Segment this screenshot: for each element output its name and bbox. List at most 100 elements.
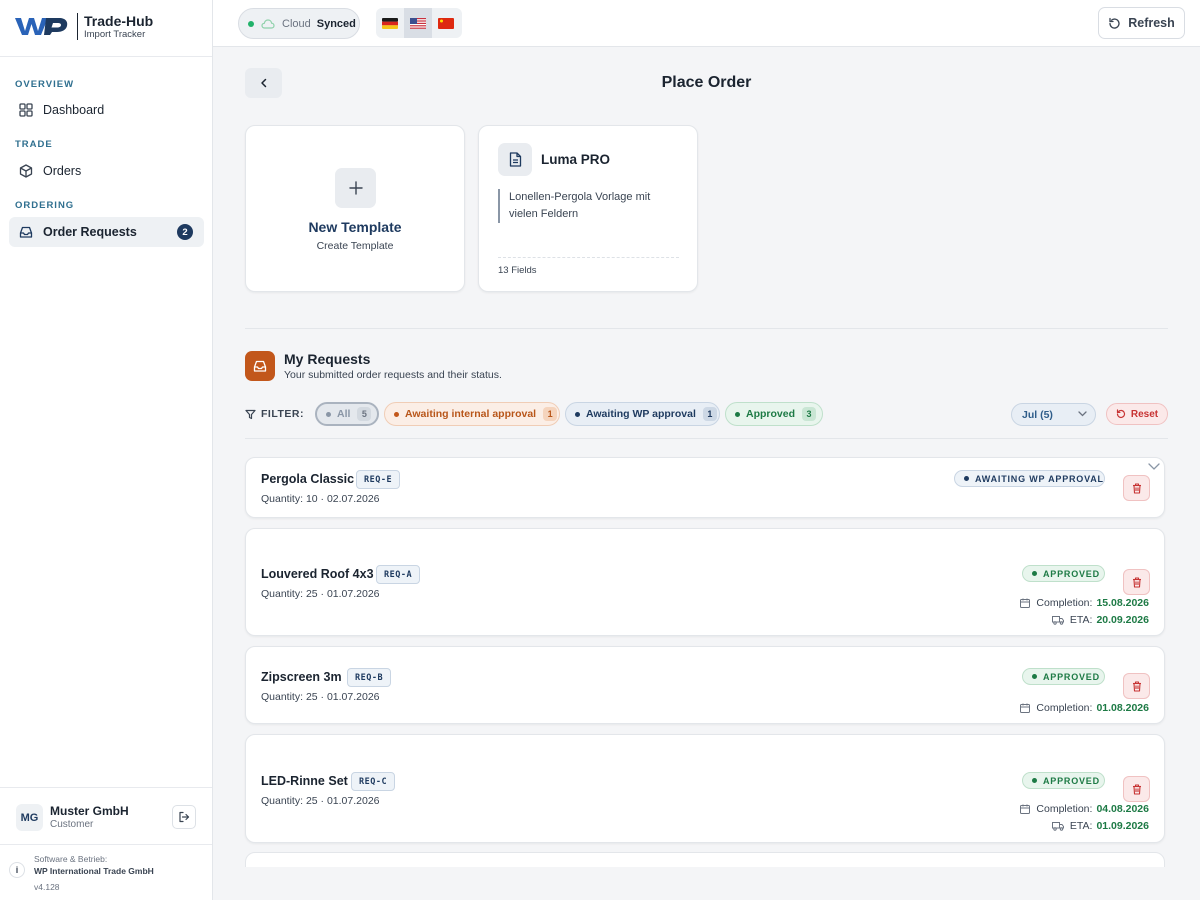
new-template-subtitle: Create Template <box>316 240 394 252</box>
logout-icon <box>179 811 190 823</box>
document-icon <box>509 152 521 167</box>
info-icon[interactable]: i <box>9 862 25 878</box>
status-badge: AWAITING WP APPROVAL <box>954 470 1105 487</box>
status-badge: APPROVED <box>1022 565 1105 582</box>
status-dot <box>1032 571 1037 576</box>
month-select[interactable]: Jul (5) <box>1011 403 1096 426</box>
sidebar-item-dashboard[interactable]: Dashboard <box>9 95 204 125</box>
filter-chip-all[interactable]: All 5 <box>315 402 379 426</box>
filter-chip-awaiting-internal[interactable]: Awaiting internal approval 1 <box>384 402 560 426</box>
status-dot <box>964 476 969 481</box>
request-card-req-e[interactable]: Pergola Classic REQ-E Quantity: 10 · 02.… <box>245 457 1165 518</box>
status-dot <box>1032 674 1037 679</box>
scroll-area-bottom <box>213 867 1200 900</box>
sidebar-item-label: Order Requests <box>43 225 137 239</box>
filter-chip-approved[interactable]: Approved 3 <box>725 402 823 426</box>
reset-filter-button[interactable]: Reset <box>1106 403 1168 425</box>
document-icon-box <box>498 143 532 176</box>
delete-request-button[interactable] <box>1123 569 1150 595</box>
request-card-partial[interactable] <box>245 852 1165 868</box>
sidebar-item-label: Dashboard <box>43 103 105 117</box>
status-dot <box>575 411 580 417</box>
filter-chip-label: Awaiting WP approval <box>586 408 696 420</box>
logout-button[interactable] <box>172 805 196 829</box>
delete-request-button[interactable] <box>1123 475 1150 501</box>
filter-chip-count: 5 <box>357 407 372 421</box>
divider <box>498 257 679 258</box>
filter-chip-label: All <box>337 408 351 420</box>
filter-label: FILTER: <box>245 408 304 420</box>
request-meta: Quantity: 25 · 01.07.2026 <box>261 588 380 600</box>
request-card-req-a[interactable]: Louvered Roof 4x3 REQ-A Quantity: 25 · 0… <box>245 528 1165 636</box>
cloud-sync-status[interactable]: Cloud Synced <box>238 8 360 39</box>
status-badge: APPROVED <box>1022 772 1105 789</box>
new-template-card[interactable]: New Template Create Template <box>245 125 465 292</box>
request-id-tag: REQ-C <box>351 772 396 791</box>
completion-value: 04.08.2026 <box>1096 803 1149 815</box>
us-flag-icon <box>410 17 426 29</box>
completion-label: Completion: <box>1036 803 1093 815</box>
refresh-icon <box>1109 17 1120 29</box>
completion-label: Completion: <box>1036 597 1093 609</box>
language-switcher <box>376 8 462 38</box>
add-template-button[interactable] <box>335 168 376 208</box>
completion-date: Completion: 04.08.2026 <box>1020 803 1149 815</box>
filter-chip-label: Awaiting internal approval <box>405 408 537 420</box>
status-dot <box>1032 778 1037 783</box>
inbox-icon <box>19 226 33 238</box>
app-footer: i Software & Betrieb: WP International T… <box>0 844 212 900</box>
avatar: MG <box>16 804 43 831</box>
trash-icon <box>1132 783 1141 795</box>
refresh-label: Refresh <box>1128 16 1175 30</box>
request-id-tag: REQ-B <box>347 668 392 687</box>
divider <box>0 56 212 57</box>
delete-request-button[interactable] <box>1123 776 1150 802</box>
section-label-overview: OVERVIEW <box>15 79 75 90</box>
requests-title: My Requests <box>284 351 371 367</box>
status-dot <box>394 411 399 417</box>
request-card-req-c[interactable]: LED-Rinne Set REQ-C Quantity: 25 · 01.07… <box>245 734 1165 843</box>
sidebar-item-orders[interactable]: Orders <box>9 156 204 186</box>
footer-caption: Software & Betrieb: <box>34 854 108 864</box>
completion-value: 01.08.2026 <box>1096 702 1149 714</box>
china-flag-icon <box>438 17 454 29</box>
refresh-button[interactable]: Refresh <box>1098 7 1185 39</box>
page-title: Place Order <box>661 74 752 91</box>
delete-request-button[interactable] <box>1123 673 1150 699</box>
template-card-luma-pro[interactable]: Luma PRO Lonellen-Pergola Vorlage mit vi… <box>478 125 698 292</box>
filter-chip-count: 3 <box>802 407 817 421</box>
completion-date: Completion: 01.08.2026 <box>1020 702 1149 714</box>
eta-date: ETA: 20.09.2026 <box>1051 614 1149 626</box>
request-card-edge <box>245 852 1165 868</box>
language-zh-button[interactable] <box>432 8 460 38</box>
inbox-icon <box>253 360 267 372</box>
status-dot <box>326 411 331 417</box>
language-en-button[interactable] <box>404 8 432 38</box>
user-panel: MG Muster GmbH Customer <box>0 787 212 844</box>
trash-icon <box>1132 680 1141 692</box>
status-badge-label: APPROVED <box>1043 775 1100 786</box>
filter-chip-awaiting-wp[interactable]: Awaiting WP approval 1 <box>565 402 720 426</box>
reset-label: Reset <box>1130 408 1159 420</box>
eta-label: ETA: <box>1069 820 1093 832</box>
status-badge: APPROVED <box>1022 668 1105 685</box>
filter-chip-label: Approved <box>746 408 796 420</box>
request-id-tag: REQ-E <box>356 470 401 489</box>
language-de-button[interactable] <box>376 8 404 38</box>
grid-icon <box>19 103 33 117</box>
completion-label: Completion: <box>1036 702 1093 714</box>
request-card-req-b[interactable]: Zipscreen 3m REQ-B Quantity: 25 · 01.07.… <box>245 646 1165 724</box>
completion-value: 15.08.2026 <box>1096 597 1149 609</box>
request-name: Louvered Roof 4x3 <box>261 567 374 581</box>
status-dot <box>248 20 254 27</box>
reset-icon <box>1116 409 1125 419</box>
brand-logo[interactable]: Trade-Hub Import Tracker <box>13 13 153 40</box>
chevron-down-icon[interactable] <box>1148 463 1160 471</box>
status-badge-label: APPROVED <box>1043 568 1100 579</box>
request-meta: Quantity: 25 · 01.07.2026 <box>261 795 380 807</box>
status-badge-label: AWAITING WP APPROVAL <box>975 473 1104 484</box>
brand-name: Trade-Hub <box>84 13 154 29</box>
count-badge: 2 <box>177 224 193 240</box>
sidebar-item-order-requests[interactable]: Order Requests 2 <box>9 217 204 247</box>
box-icon <box>19 164 33 178</box>
